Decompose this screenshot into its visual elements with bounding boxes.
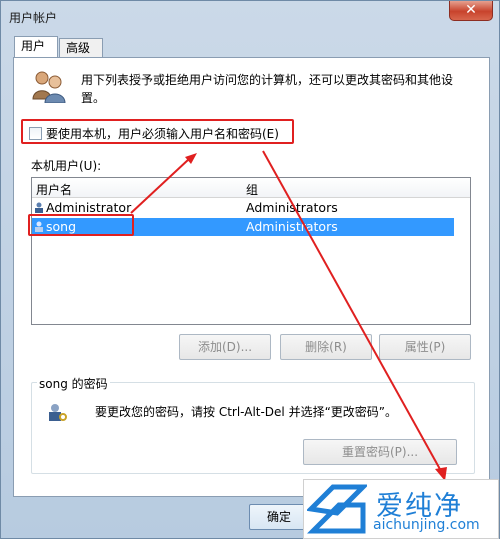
users-list-header: 用户名 组 — [32, 178, 470, 198]
user-icon — [35, 202, 43, 213]
annotation-box-checkbox — [21, 119, 294, 144]
tab-users[interactable]: 用户 — [14, 36, 58, 58]
users-list-label: 本机用户(U): — [31, 159, 102, 173]
watermark-logo-icon — [307, 484, 367, 534]
ok-button[interactable]: 确定 — [249, 504, 309, 530]
user-key-icon — [49, 404, 67, 421]
properties-button[interactable]: 属性(P) — [379, 334, 471, 360]
description-text: 用下列表授予或拒绝用户访问您的计算机，还可以更改其密码和其他设置。 — [81, 73, 454, 105]
reset-password-button[interactable]: 重置密码(P)... — [303, 439, 457, 465]
user-group: Administrators — [246, 219, 338, 234]
user-accounts-window: 用户帐户 ✕ 用户 高级 用下列表授予或拒绝用户访问您的计算机，还可以更改其密码… — [0, 0, 500, 539]
tab-advanced[interactable]: 高级 — [59, 38, 103, 58]
annotation-box-song — [28, 214, 134, 236]
column-header-group[interactable]: 组 — [246, 181, 258, 198]
watermark-url: aichunjing.com — [373, 517, 480, 533]
user-name: Administrator — [46, 200, 132, 215]
users-list[interactable]: 用户名 组 Administrator Administrators song … — [31, 177, 471, 325]
users-icon — [32, 71, 66, 103]
change-password-text: 要更改您的密码，请按 Ctrl-Alt-Del 并选择“更改密码”。 — [95, 405, 398, 419]
window-title: 用户帐户 — [9, 11, 58, 25]
column-header-username[interactable]: 用户名 — [36, 181, 72, 198]
remove-button[interactable]: 删除(R) — [280, 334, 372, 360]
password-group-title: song 的密码 — [37, 375, 110, 392]
close-button[interactable]: ✕ — [449, 1, 493, 21]
user-group: Administrators — [246, 200, 338, 215]
add-button[interactable]: 添加(D)... — [179, 334, 271, 360]
